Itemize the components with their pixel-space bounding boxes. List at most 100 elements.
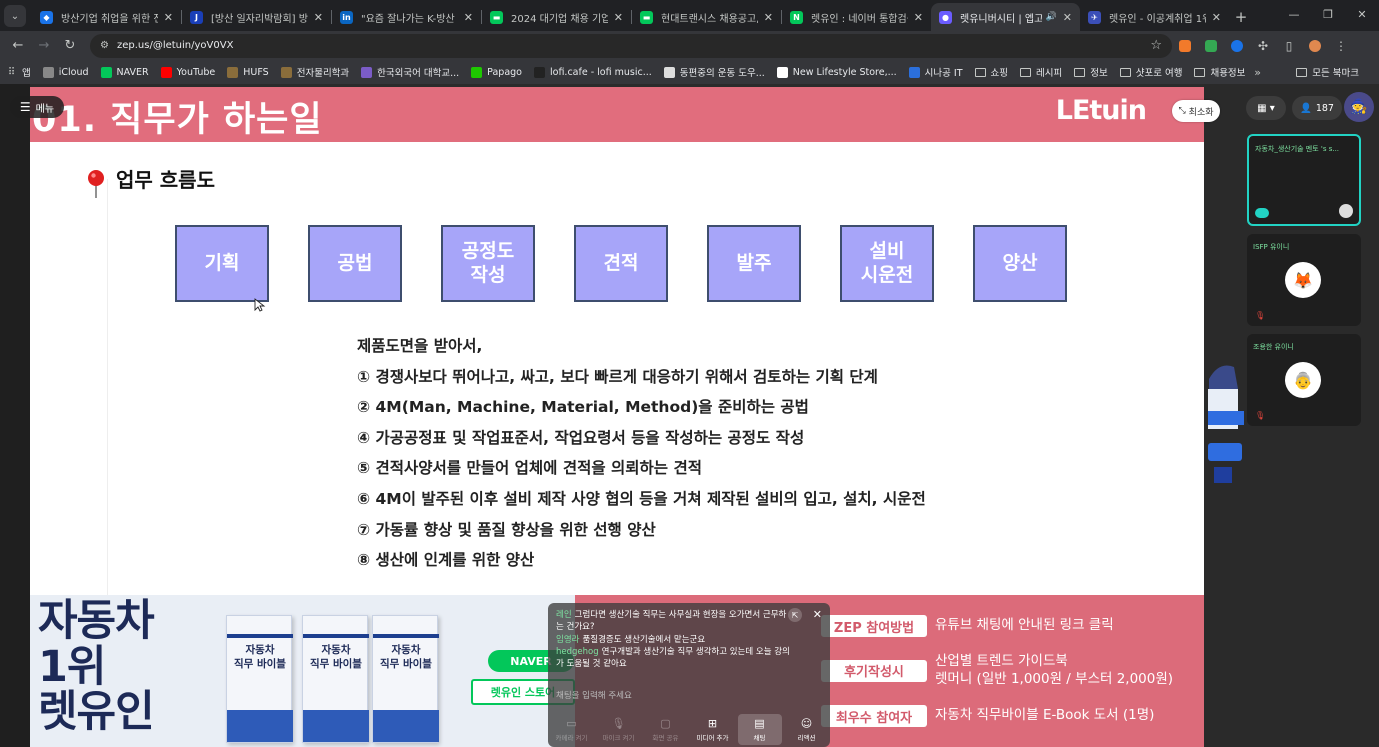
tab-title: [방산 일자리박람회] 방산 bbox=[211, 13, 308, 25]
zep-menu-button[interactable]: ☰ 메뉴 bbox=[10, 96, 64, 118]
browser-tab[interactable]: ◆ 방산기업 취업을 위한 전 ✕ bbox=[32, 3, 181, 31]
workflow-step: 견적 bbox=[574, 225, 668, 302]
promo-row: 후기작성시 산업별 트렌드 가이드북 렛머니 (일반 1,000원 / 부스터 … bbox=[821, 653, 1173, 688]
participant-count: 187 bbox=[1315, 102, 1334, 114]
tab-close-button[interactable]: ✕ bbox=[1212, 11, 1221, 24]
bookmark-item[interactable]: lofi.cafe - lofi music... bbox=[534, 66, 652, 78]
bookmark-item[interactable]: 동편중의 운동 도우... bbox=[663, 65, 765, 79]
minimize-window-button[interactable]: — bbox=[1277, 0, 1311, 28]
bookmark-item[interactable]: 전자물리학과 bbox=[280, 65, 349, 79]
slide-header: 01. 직무가 하는일 LEtuin bbox=[30, 87, 1204, 142]
bookmark-folder[interactable]: 채용정보 bbox=[1194, 65, 1245, 79]
side-panel-button[interactable]: ▯ bbox=[1276, 34, 1302, 58]
tab-close-button[interactable]: ✕ bbox=[914, 11, 923, 24]
forward-button[interactable]: → bbox=[32, 34, 56, 58]
extension-2[interactable] bbox=[1198, 34, 1224, 58]
chat-input[interactable]: 채팅을 입력해 주세요 bbox=[556, 689, 632, 701]
extension-1[interactable] bbox=[1172, 34, 1198, 58]
reload-icon: ↻ bbox=[64, 38, 76, 53]
all-bookmarks-folder[interactable]: 모든 북마크 bbox=[1296, 65, 1359, 79]
folder-icon bbox=[1020, 67, 1031, 77]
bookmark-label: 정보 bbox=[1090, 68, 1108, 79]
left-margin bbox=[0, 84, 30, 747]
banner-title-line: 렛유인 bbox=[38, 687, 155, 738]
speaker-icon[interactable]: 🔊 bbox=[1046, 12, 1057, 22]
tab-close-button[interactable]: ✕ bbox=[614, 11, 623, 24]
promo-row: ZEP 참여방법 유튜브 채팅에 안내된 링크 클릭 bbox=[821, 615, 1114, 637]
promo-text: 산업별 트렌드 가이드북 렛머니 (일반 1,000원 / 부스터 2,000원… bbox=[935, 653, 1174, 687]
participants-button[interactable]: 👤 187 bbox=[1292, 96, 1342, 120]
tab-close-button[interactable]: ✕ bbox=[164, 11, 173, 24]
extensions-button[interactable]: ✣ bbox=[1250, 34, 1276, 58]
promo-pill: 후기작성시 bbox=[821, 659, 927, 682]
chat-toolbar-button[interactable]: ▤ 채팅 bbox=[737, 713, 782, 745]
video-card[interactable]: 자동차_생산기술 멘토 's s... bbox=[1247, 134, 1361, 226]
site-info-icon[interactable]: ⚙ bbox=[100, 40, 109, 51]
address-bar[interactable]: ⚙ zep.us/@letuin/yoV0VX ☆ bbox=[90, 33, 1172, 58]
video-card[interactable]: 조용한 유이니 👵 🎙 bbox=[1247, 334, 1361, 426]
profile-button[interactable] bbox=[1302, 34, 1328, 58]
tab-close-button[interactable]: ✕ bbox=[1063, 11, 1072, 24]
bookmark-folder[interactable]: 쇼핑 bbox=[974, 65, 1008, 79]
browser-tab[interactable]: J [방산 일자리박람회] 방산 ✕ bbox=[182, 3, 331, 31]
browser-tab[interactable]: ▬ 현대트랜시스 채용공고, 절 ✕ bbox=[632, 3, 781, 31]
bookmark-item[interactable]: 시나공 IT bbox=[908, 65, 963, 79]
favicon-icon: J bbox=[190, 10, 203, 24]
layout-toggle-button[interactable]: ▦ ▾ bbox=[1246, 96, 1286, 120]
chat-toolbar-button[interactable]: ☺ 리액션 bbox=[785, 717, 829, 742]
close-window-button[interactable]: ✕ bbox=[1345, 0, 1379, 28]
bookmark-item[interactable]: YouTube bbox=[160, 66, 215, 78]
new-tab-button[interactable]: + bbox=[1229, 3, 1253, 31]
browser-tab[interactable]: in "요즘 잘나가는 K-방산 주 ✕ bbox=[332, 3, 481, 31]
my-avatar[interactable]: 🧙 bbox=[1344, 92, 1374, 122]
banner-title: 자동차 1위 렛유인 bbox=[38, 598, 155, 738]
bookmark-item[interactable]: New Lifestyle Store,... bbox=[776, 66, 897, 78]
avatar: 🦊 bbox=[1285, 262, 1321, 298]
tab-close-button[interactable]: ✕ bbox=[764, 11, 773, 24]
collapse-arrows-icon: ⤡ bbox=[1178, 106, 1186, 116]
puzzle-icon: ✣ bbox=[1257, 38, 1269, 53]
chat-toolbar-button[interactable]: ▢ 화면 공유 bbox=[644, 717, 688, 742]
chat-toolbar-button[interactable]: ▭ 카메라 켜기 bbox=[550, 717, 594, 742]
letuin-logo: LEtuin bbox=[1055, 95, 1147, 126]
restore-window-button[interactable]: ❐ bbox=[1311, 0, 1345, 28]
extension-3[interactable] bbox=[1224, 34, 1250, 58]
chat-author: hedgehog bbox=[556, 646, 599, 657]
participants-panel: ▦ ▾ 👤 187 🧙 자동차_생산기술 멘토 's s... ISFP 유이니 🦊 🎙… bbox=[1204, 84, 1379, 747]
reload-button[interactable]: ↻ bbox=[58, 34, 82, 58]
bookmarks-overflow-button[interactable]: » bbox=[1254, 66, 1261, 79]
bookmark-folder[interactable]: 샷포로 여행 bbox=[1119, 65, 1182, 79]
tab-close-button[interactable]: ✕ bbox=[464, 11, 473, 24]
tab-bar: ⌄ ◆ 방산기업 취업을 위한 전 ✕ J [방산 일자리박람회] 방산 ✕ in "요즘 잘… bbox=[0, 0, 1379, 31]
browser-menu-button[interactable]: ⋮ bbox=[1328, 34, 1354, 58]
bookmark-item[interactable]: NAVER bbox=[100, 66, 149, 78]
bookmark-folder[interactable]: 정보 bbox=[1074, 65, 1108, 79]
video-card[interactable]: ISFP 유이니 🦊 🎙 bbox=[1247, 234, 1361, 326]
back-button[interactable]: ← bbox=[6, 34, 30, 58]
bookmark-item[interactable]: 한국외국어 대학교... bbox=[361, 65, 459, 79]
favicon-icon: ◆ bbox=[40, 10, 53, 24]
side-panel-icon: ▯ bbox=[1285, 38, 1293, 53]
chat-toolbar-button[interactable]: ⊞ 미디어 추가 bbox=[691, 717, 735, 742]
bookmark-item[interactable]: HUFS bbox=[227, 66, 269, 78]
tab-search-button[interactable]: ⌄ bbox=[4, 5, 26, 27]
bookmark-folder[interactable]: 레시피 bbox=[1020, 65, 1062, 79]
browser-tab[interactable]: ▬ 2024 대기업 채용 기업별 ✕ bbox=[482, 3, 631, 31]
bookmark-star-icon[interactable]: ☆ bbox=[1150, 38, 1162, 53]
bookmark-item[interactable]: iCloud bbox=[42, 66, 89, 78]
browser-tab[interactable]: ✈ 렛유인 - 이공계취업 1위 ✕ bbox=[1080, 3, 1229, 31]
chat-panel: ⇱ ✕ 레인 그럼다면 생산기술 직무는 사무실과 현장을 오가면서 근무하는 건… bbox=[548, 603, 830, 747]
minimize-label: 최소화 bbox=[1188, 107, 1214, 118]
minimize-slide-button[interactable]: ⤡ 최소화 bbox=[1172, 100, 1220, 122]
chat-toolbar-button[interactable]: 🎙 마이크 켜기 bbox=[597, 717, 641, 742]
bookmark-item[interactable]: ⠿ 앱 bbox=[6, 65, 31, 80]
chat-close-button[interactable]: ✕ bbox=[813, 608, 822, 621]
book-title: 자동차 직무 바이블 bbox=[310, 644, 362, 670]
bookmark-label: 앱 bbox=[22, 68, 31, 79]
bookmark-label: 레시피 bbox=[1036, 68, 1063, 79]
tab-close-button[interactable]: ✕ bbox=[314, 11, 323, 24]
browser-tab[interactable]: ● 렛유니버시티 | 엡고 🔊 ✕ bbox=[931, 3, 1080, 31]
bookmark-item[interactable]: Papago bbox=[471, 66, 522, 78]
browser-tab[interactable]: N 렛유인 : 네이버 통합검색 ✕ bbox=[782, 3, 931, 31]
bookmark-label: HUFS bbox=[243, 66, 269, 78]
